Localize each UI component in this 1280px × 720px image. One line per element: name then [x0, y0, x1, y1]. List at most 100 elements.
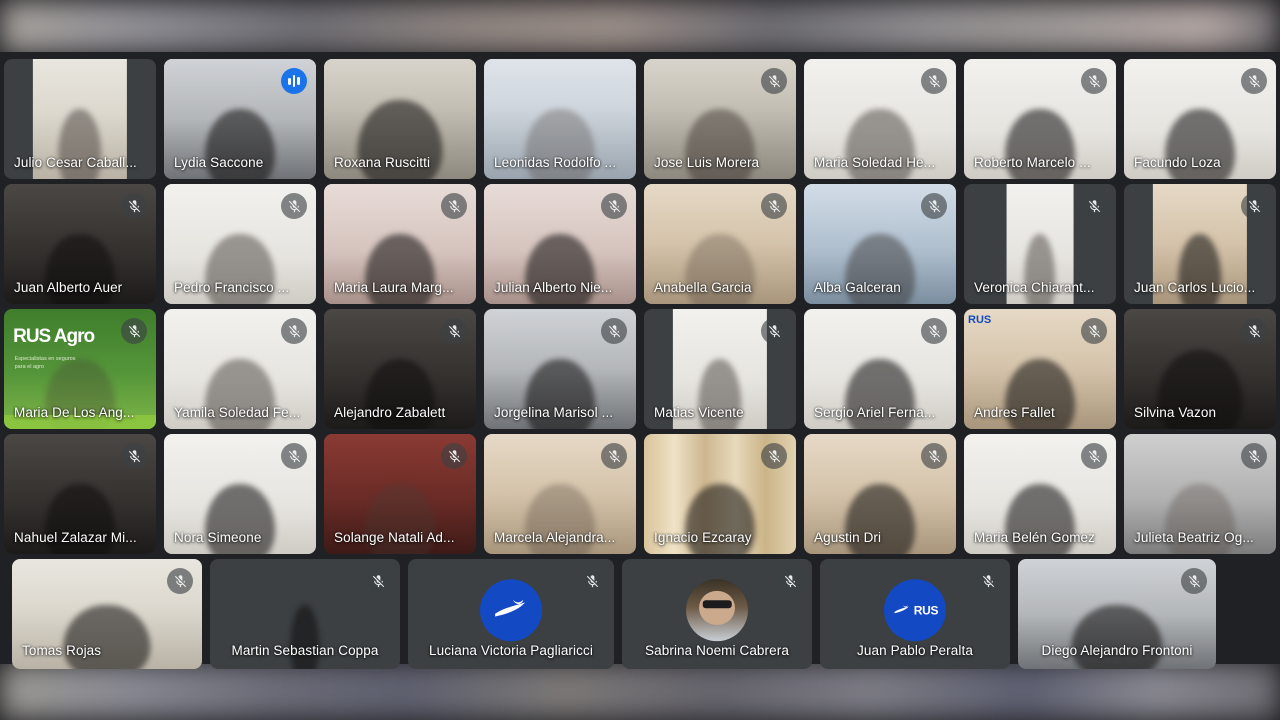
- participant-name: Martin Sebastian Coppa: [231, 643, 379, 658]
- participant-tile[interactable]: Matias Vicente: [644, 309, 796, 429]
- grid-row: Nahuel Zalazar Mi... Nora Simeone Solange …: [0, 434, 1280, 554]
- participant-tile[interactable]: Alejandro Zabalett: [324, 309, 476, 429]
- participant-tile[interactable]: Facundo Loza: [1124, 59, 1276, 179]
- participant-tile[interactable]: Julian Alberto Nie...: [484, 184, 636, 304]
- participant-tile[interactable]: Jose Luis Morera: [644, 59, 796, 179]
- grid-row: Julio Cesar Caball... Lydia Saccone Roxana…: [0, 59, 1280, 179]
- participant-tile[interactable]: Diego Alejandro Frontoni: [1018, 559, 1216, 669]
- mic-muted-icon: [167, 568, 193, 594]
- mic-muted-icon: [921, 193, 947, 219]
- participant-name: Pedro Francisco ...: [174, 280, 290, 295]
- participant-name: Julian Alberto Nie...: [494, 280, 613, 295]
- participant-name: Veronica Chiarant...: [974, 280, 1095, 295]
- participant-tile[interactable]: Anabella Garcia: [644, 184, 796, 304]
- participant-name: Alba Galceran: [814, 280, 901, 295]
- participant-name: Andres Fallet: [974, 405, 1055, 420]
- participant-name: Maria Laura Marg...: [334, 280, 454, 295]
- participant-name: Julio Cesar Caball...: [14, 155, 137, 170]
- participant-tile[interactable]: Tomas Rojas: [12, 559, 202, 669]
- participant-tile[interactable]: Yamila Soledad Fe...: [164, 309, 316, 429]
- mic-muted-icon: [921, 68, 947, 94]
- participant-name: Roxana Ruscitti: [334, 155, 431, 170]
- participant-tile[interactable]: Nora Simeone: [164, 434, 316, 554]
- mic-muted-icon: [1081, 193, 1107, 219]
- participant-tile[interactable]: Juan Alberto Auer: [4, 184, 156, 304]
- mic-muted-glyph: [174, 574, 186, 587]
- mic-muted-icon: [761, 318, 787, 344]
- participant-name: Roberto Marcelo ...: [974, 155, 1091, 170]
- mic-muted-glyph: [768, 449, 780, 462]
- participant-tile[interactable]: Martin Sebastian Coppa: [210, 559, 400, 669]
- participant-name: Solange Natali Ad...: [334, 530, 455, 545]
- mic-muted-glyph: [128, 449, 140, 462]
- participant-grid: Julio Cesar Caball... Lydia Saccone Roxana…: [0, 52, 1280, 669]
- mic-muted-icon: [777, 568, 803, 594]
- participant-tile[interactable]: Ignacio Ezcaray: [644, 434, 796, 554]
- mic-muted-glyph: [1248, 324, 1260, 337]
- participant-silhouette: [290, 605, 320, 669]
- mic-muted-icon: [1241, 68, 1267, 94]
- mic-muted-glyph: [372, 574, 384, 587]
- participant-tile[interactable]: Nahuel Zalazar Mi...: [4, 434, 156, 554]
- participant-tile[interactable]: Maria Belén Gomez: [964, 434, 1116, 554]
- mic-muted-icon: [601, 318, 627, 344]
- mic-muted-icon: [1081, 443, 1107, 469]
- participant-tile[interactable]: RUS Juan Pablo Peralta: [820, 559, 1010, 669]
- participant-tile[interactable]: Marcela Alejandra...: [484, 434, 636, 554]
- rus-bird-logo: [495, 599, 526, 617]
- participant-name: Anabella Garcia: [654, 280, 752, 295]
- participant-name: Maria Soledad He...: [814, 155, 936, 170]
- participant-name: Jose Luis Morera: [654, 155, 760, 170]
- participant-tile[interactable]: Roberto Marcelo ...: [964, 59, 1116, 179]
- participant-name: Sabrina Noemi Cabrera: [645, 643, 789, 658]
- participant-tile[interactable]: RUS Andres Fallet: [964, 309, 1116, 429]
- participant-tile[interactable]: Solange Natali Ad...: [324, 434, 476, 554]
- participant-tile[interactable]: Agustin Dri: [804, 434, 956, 554]
- participant-name: Alejandro Zabalett: [334, 405, 446, 420]
- participant-tile[interactable]: Alba Galceran: [804, 184, 956, 304]
- participant-tile[interactable]: Pedro Francisco ...: [164, 184, 316, 304]
- participant-tile[interactable]: Julio Cesar Caball...: [4, 59, 156, 179]
- participant-tile[interactable]: Luciana Victoria Pagliaricci: [408, 559, 614, 669]
- mic-muted-icon: [1081, 318, 1107, 344]
- participant-tile[interactable]: Juan Carlos Lucio...: [1124, 184, 1276, 304]
- rus-agro-tagline: Especialistas en seguros para el agro: [14, 355, 76, 370]
- participant-tile[interactable]: Julieta Beatriz Og...: [1124, 434, 1276, 554]
- rus-agro-wordmark: RUS Agro: [13, 325, 95, 347]
- mic-muted-icon: [761, 443, 787, 469]
- mic-muted-glyph: [448, 324, 460, 337]
- avatar: [480, 579, 542, 642]
- rus-wordmark: RUS: [968, 314, 992, 326]
- participant-name: Maria De Los Ang...: [14, 405, 135, 420]
- participant-silhouette: [1071, 605, 1163, 669]
- participant-name: Juan Alberto Auer: [14, 280, 123, 295]
- participant-tile[interactable]: Silvina Vazon: [1124, 309, 1276, 429]
- participant-tile[interactable]: Jorgelina Marisol ...: [484, 309, 636, 429]
- participant-tile[interactable]: RUS Agro Especialistas en seguros para el …: [4, 309, 156, 429]
- mic-muted-glyph: [1088, 74, 1100, 87]
- participant-name: Matias Vicente: [654, 405, 744, 420]
- participant-name: Facundo Loza: [1134, 155, 1221, 170]
- audio-level-icon: [281, 68, 307, 94]
- participant-tile[interactable]: Lydia Saccone: [164, 59, 316, 179]
- participant-name: Luciana Victoria Pagliaricci: [429, 643, 593, 658]
- participant-name: Ignacio Ezcaray: [654, 530, 752, 545]
- participant-tile[interactable]: Sergio Ariel Ferna...: [804, 309, 956, 429]
- screen-capture-top-band: [0, 0, 1280, 54]
- mic-muted-icon: [121, 318, 147, 344]
- participant-tile[interactable]: Maria Laura Marg...: [324, 184, 476, 304]
- mic-muted-icon: [1241, 443, 1267, 469]
- participant-tile[interactable]: Roxana Ruscitti: [324, 59, 476, 179]
- mic-muted-glyph: [448, 199, 460, 212]
- mic-muted-icon: [1241, 318, 1267, 344]
- participant-silhouette: [63, 605, 151, 669]
- avatar: RUS: [884, 579, 946, 642]
- mic-muted-glyph: [928, 449, 940, 462]
- participant-tile[interactable]: Veronica Chiarant...: [964, 184, 1116, 304]
- mic-muted-icon: [365, 568, 391, 594]
- meeting-grid-view: Julio Cesar Caball... Lydia Saccone Roxana…: [0, 0, 1280, 720]
- participant-tile[interactable]: Leonidas Rodolfo ...: [484, 59, 636, 179]
- participant-tile[interactable]: Sabrina Noemi Cabrera: [622, 559, 812, 669]
- participant-name: Tomas Rojas: [22, 643, 102, 658]
- participant-tile[interactable]: Maria Soledad He...: [804, 59, 956, 179]
